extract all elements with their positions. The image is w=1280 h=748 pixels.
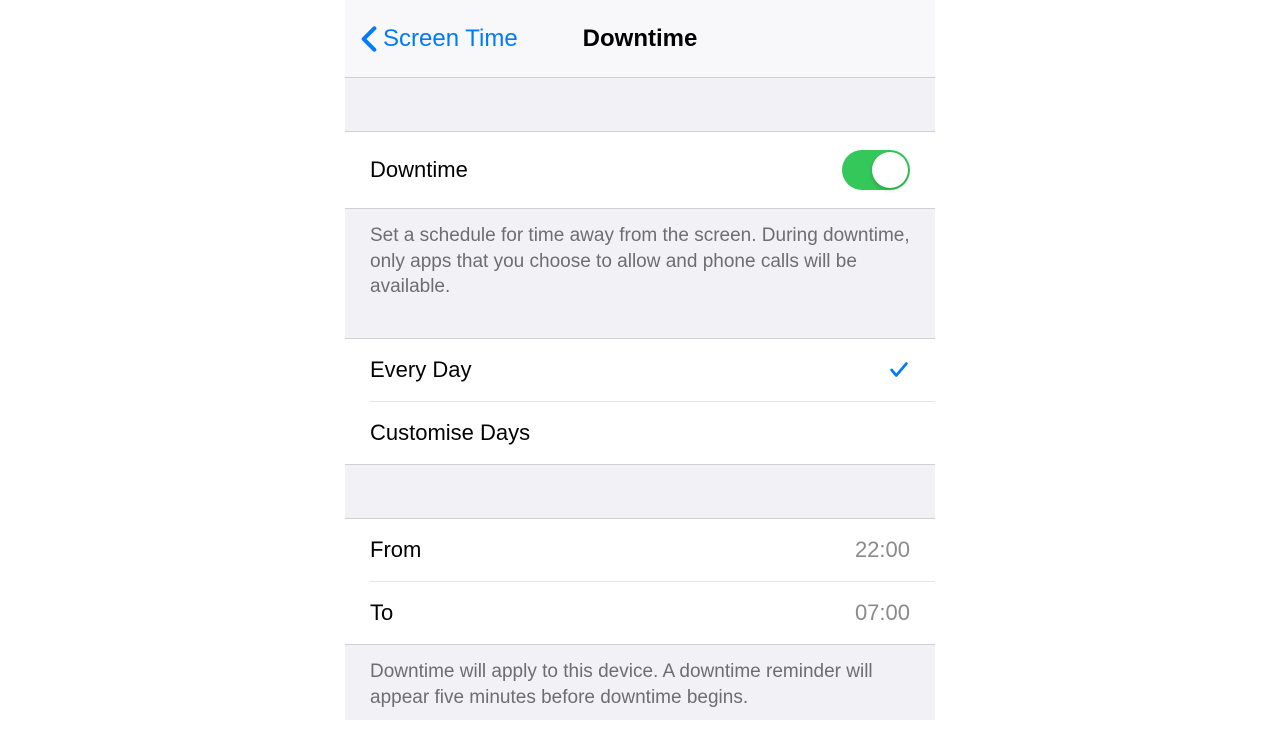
time-range-group: From 22:00 To 07:00: [345, 518, 935, 645]
settings-panel: Screen Time Downtime Downtime Set a sche…: [345, 0, 935, 720]
downtime-toggle-row: Downtime: [345, 131, 935, 209]
every-day-row[interactable]: Every Day: [345, 339, 935, 401]
page-title: Downtime: [583, 25, 698, 53]
customise-days-row[interactable]: Customise Days: [345, 402, 935, 464]
downtime-toggle[interactable]: [842, 150, 910, 190]
downtime-label: Downtime: [370, 157, 468, 183]
every-day-label: Every Day: [370, 357, 471, 383]
section-spacer: [345, 78, 935, 131]
checkmark-icon: [888, 359, 910, 381]
navbar: Screen Time Downtime: [345, 0, 935, 78]
from-time-row[interactable]: From 22:00: [345, 519, 935, 581]
section-spacer: [345, 465, 935, 518]
back-label: Screen Time: [383, 25, 518, 53]
toggle-knob: [872, 152, 908, 188]
from-value: 22:00: [855, 537, 910, 563]
downtime-description: Set a schedule for time away from the sc…: [345, 209, 935, 338]
chevron-left-icon: [360, 25, 378, 53]
to-label: To: [370, 600, 393, 626]
back-button[interactable]: Screen Time: [360, 25, 518, 53]
customise-days-label: Customise Days: [370, 420, 530, 446]
to-time-row[interactable]: To 07:00: [345, 582, 935, 644]
time-range-footer: Downtime will apply to this device. A do…: [345, 645, 935, 748]
to-value: 07:00: [855, 600, 910, 626]
from-label: From: [370, 537, 421, 563]
schedule-mode-group: Every Day Customise Days: [345, 338, 935, 465]
